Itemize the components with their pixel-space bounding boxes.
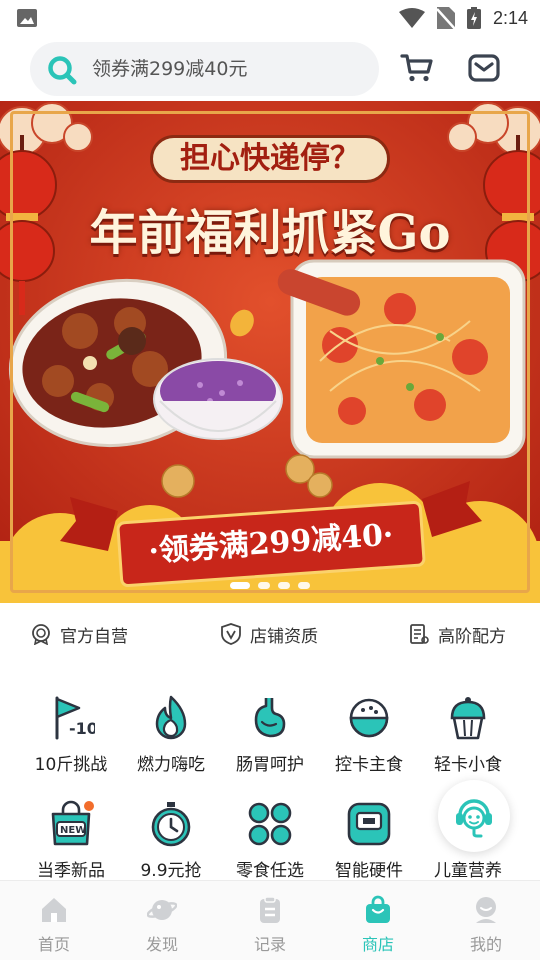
- promo-banner[interactable]: 担心快递停？ 年前福利抓紧Go ·领券满299减40·: [0, 101, 540, 603]
- clipboard-icon: [260, 896, 280, 923]
- category-label: 肠胃呵护: [236, 755, 304, 775]
- stomach-icon: [254, 698, 286, 738]
- category-label: 零食任选: [236, 861, 304, 881]
- cart-icon: [400, 54, 433, 82]
- nav-profile[interactable]: 我的: [432, 881, 540, 960]
- nav-label: 发现: [145, 935, 178, 954]
- category-label: 轻卡小食: [434, 755, 502, 775]
- battery-charging-icon: [466, 7, 481, 29]
- gallery-notification-icon: [17, 9, 37, 27]
- carousel-dot: [278, 582, 290, 589]
- cupcake-icon: [450, 697, 486, 740]
- banner-headline-top: 担心快递停？: [150, 135, 390, 183]
- mail-icon: [468, 54, 500, 82]
- nav-label: 我的: [469, 935, 502, 954]
- feature-qualification: 店铺资质: [220, 603, 318, 665]
- nav-label: 记录: [253, 935, 286, 954]
- stopwatch-icon: [151, 802, 191, 847]
- customer-service-button[interactable]: [438, 780, 510, 852]
- category-label: 控卡主食: [335, 755, 403, 775]
- category-gut-care[interactable]: 肠胃呵护: [225, 694, 315, 794]
- category-label: 燃力嗨吃: [137, 755, 205, 775]
- new-bag-icon: NEW: [51, 800, 94, 846]
- rosette-icon: [32, 624, 50, 645]
- clock: 2:14: [492, 7, 528, 28]
- clover-icon: [248, 802, 292, 846]
- document-icon: [410, 624, 429, 644]
- feature-label: 高阶配方: [438, 626, 506, 647]
- category-label: 智能硬件: [335, 861, 403, 881]
- feature-formula: 高阶配方: [408, 603, 506, 665]
- status-bar: 2:14: [0, 0, 540, 36]
- app-screen: 2:14 领券满299减40元 担心快递停？ 年前福利抓紧Go ·领券满299减…: [0, 0, 540, 960]
- nav-label: 首页: [37, 935, 70, 954]
- messages-button[interactable]: [466, 50, 502, 86]
- rice-bowl-icon: [349, 698, 389, 738]
- svg-text:NEW: NEW: [60, 825, 86, 836]
- category-label: 9.9元抢: [140, 861, 202, 881]
- carousel-dot: [230, 582, 250, 589]
- nav-home[interactable]: 首页: [0, 881, 108, 960]
- nav-store[interactable]: 商店: [324, 881, 432, 960]
- feature-strip: 官方自营 店铺资质 高阶配方: [0, 603, 540, 665]
- no-sim-icon: [436, 7, 455, 29]
- banner-headline-main: 年前福利抓紧Go: [89, 205, 451, 261]
- category-label: 儿童营养: [434, 861, 502, 881]
- nav-discover[interactable]: 发现: [108, 881, 216, 960]
- feature-label: 官方自营: [60, 626, 128, 647]
- search-placeholder: 领券满299减40元: [92, 58, 248, 80]
- headset-agent-icon: [456, 799, 492, 838]
- scale-device-icon: [347, 802, 391, 846]
- bottom-nav: 首页 发现 记录 商店 我的: [0, 880, 540, 960]
- flag-10-icon: -10: [55, 696, 95, 740]
- svg-text:-10: -10: [69, 719, 95, 738]
- carousel-indicator: [230, 582, 310, 589]
- home-icon: [42, 898, 66, 922]
- nav-records[interactable]: 记录: [216, 881, 324, 960]
- nav-label: 商店: [361, 935, 394, 954]
- category-light-snacks[interactable]: 轻卡小食: [423, 694, 513, 794]
- shopping-bag-icon: [366, 895, 390, 923]
- category-label: 当季新品: [37, 861, 105, 881]
- wifi-icon: [398, 8, 425, 28]
- feature-label: 店铺资质: [250, 626, 318, 647]
- category-10jin-challenge[interactable]: -10 10斤挑战: [26, 694, 116, 794]
- cart-button[interactable]: [399, 50, 435, 86]
- planet-icon: [147, 900, 177, 920]
- category-label: 10斤挑战: [34, 755, 108, 775]
- profile-icon: [476, 897, 496, 923]
- search-icon: [48, 56, 77, 85]
- carousel-dot: [258, 582, 270, 589]
- category-low-cal-staple[interactable]: 控卡主食: [324, 694, 414, 794]
- search-bar[interactable]: 领券满299减40元: [30, 42, 379, 96]
- category-burn-eat[interactable]: 燃力嗨吃: [126, 694, 216, 794]
- carousel-dot: [298, 582, 310, 589]
- feature-official: 官方自营: [30, 603, 128, 665]
- flame-icon: [155, 695, 187, 740]
- shield-v-icon: [221, 623, 241, 645]
